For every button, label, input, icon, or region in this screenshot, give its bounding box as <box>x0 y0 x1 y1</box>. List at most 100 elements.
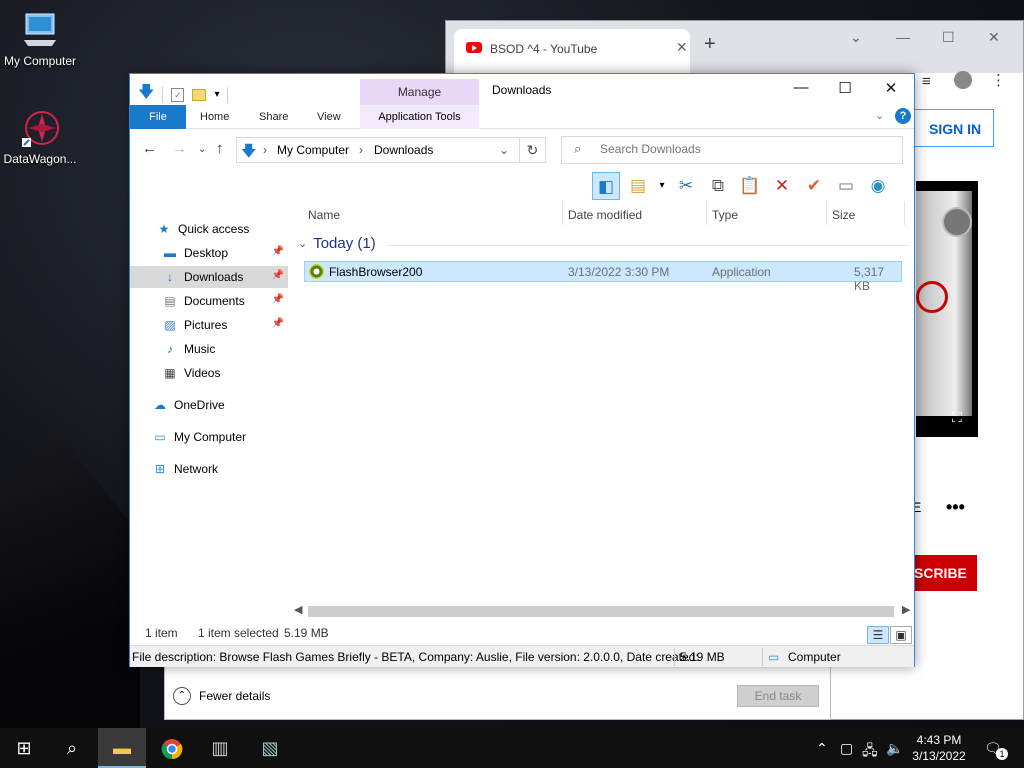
close-window-icon[interactable]: ✕ <box>988 29 1000 46</box>
horizontal-scrollbar[interactable]: ◀ ▶ <box>292 602 914 620</box>
sidebar-item-network[interactable]: ⊞ Network <box>130 458 288 480</box>
close-icon[interactable]: ✕ <box>676 39 688 56</box>
search-box[interactable]: ⌕ <box>561 136 903 164</box>
new-item-dropdown-icon[interactable]: ▾ <box>656 172 668 200</box>
back-arrow-icon[interactable]: ← <box>142 140 157 157</box>
tab-search-chevron-icon[interactable]: ⌄ <box>850 29 862 46</box>
tab-file[interactable]: File <box>130 105 186 129</box>
breadcrumb-downloads[interactable]: Downloads <box>374 143 433 157</box>
search-icon[interactable]: ⌕ <box>48 728 96 768</box>
rename-check-icon[interactable]: ✔ <box>800 172 828 200</box>
column-header-size[interactable]: Size <box>832 208 855 222</box>
windows-start-icon[interactable]: ⊞ <box>0 728 48 768</box>
paste-icon[interactable]: 📋 <box>736 172 764 200</box>
pin-icon[interactable]: 📌 <box>272 270 284 281</box>
pin-icon[interactable]: 📌 <box>272 246 284 257</box>
sidebar-item-music[interactable]: ♪ Music <box>130 338 288 360</box>
new-tab-plus-icon[interactable]: + <box>704 33 716 56</box>
network-icon[interactable]: 🖧 <box>862 740 878 764</box>
scroll-right-icon[interactable]: ▶ <box>902 603 910 616</box>
column-header-name[interactable]: Name <box>308 208 340 222</box>
queue-icon[interactable]: ≡ <box>922 73 931 90</box>
preview-pane-icon[interactable]: ◧ <box>592 172 620 200</box>
minimize-icon[interactable]: — <box>786 79 816 101</box>
pin-icon[interactable]: 📌 <box>272 318 284 329</box>
task-manager-taskbar-icon[interactable]: ▧ <box>246 728 294 768</box>
volume-icon[interactable]: 🔈 <box>886 740 903 757</box>
cut-icon[interactable]: ✂ <box>672 172 700 200</box>
app-taskbar-icon[interactable]: ▥ <box>196 728 244 768</box>
breadcrumb-my-computer[interactable]: My Computer <box>277 143 349 157</box>
desktop-icon-datawagon[interactable]: DataWagon... <box>0 108 80 166</box>
downloads-folder-icon: 🡇 <box>241 143 257 160</box>
tab-view[interactable]: View <box>317 105 341 129</box>
sidebar-item-my-computer[interactable]: ▭ My Computer <box>130 426 288 448</box>
new-folder-icon[interactable] <box>192 88 207 101</box>
table-row[interactable]: FlashBrowser200 3/13/2022 3:30 PM Applic… <box>304 261 902 293</box>
search-icon: ⌕ <box>574 141 582 156</box>
column-header-date[interactable]: Date modified <box>568 208 642 222</box>
manage-tab[interactable]: Manage <box>360 79 479 105</box>
delete-icon[interactable]: ✕ <box>768 172 796 200</box>
sidebar-item-quick-access[interactable]: ★ Quick access <box>130 218 288 240</box>
recent-locations-chevron-icon[interactable]: ⌄ <box>198 144 206 155</box>
fullscreen-icon[interactable]: ⛶ <box>952 409 962 426</box>
subscribe-button[interactable]: SCRIBE <box>906 555 977 591</box>
video-player[interactable]: ⛶ <box>916 181 978 437</box>
fewer-details-button[interactable]: ⌃ Fewer details <box>173 687 270 705</box>
address-dropdown-chevron-icon[interactable]: ⌄ <box>499 143 509 157</box>
kebab-menu-icon[interactable]: ⋮ <box>991 71 1006 89</box>
details-view-icon[interactable]: ☰ <box>867 626 889 644</box>
properties-icon[interactable]: ✓ <box>171 87 185 102</box>
up-arrow-icon[interactable]: ↑ <box>216 140 224 157</box>
document-icon: ▤ <box>164 294 176 308</box>
sidebar-item-pictures[interactable]: ▨ Pictures 📌 <box>130 314 288 336</box>
desktop-icon-label: DataWagon... <box>3 152 77 166</box>
tray-app-icon[interactable]: ▢ <box>840 740 853 757</box>
file-explorer-taskbar-icon[interactable]: ▬ <box>98 728 146 768</box>
sidebar-item-documents[interactable]: ▤ Documents 📌 <box>130 290 288 312</box>
minimize-icon[interactable]: — <box>896 29 910 45</box>
tab-application-tools[interactable]: Application Tools <box>360 105 479 129</box>
chrome-tab[interactable]: BSOD ^4 - YouTube ✕ <box>454 29 690 73</box>
application-gear-icon <box>309 264 324 279</box>
expand-ribbon-chevron-icon[interactable]: ⌄ <box>875 109 884 122</box>
search-input[interactable] <box>600 142 890 156</box>
tab-share[interactable]: Share <box>259 105 288 129</box>
scroll-thumb[interactable] <box>308 606 894 617</box>
close-icon[interactable]: ✕ <box>876 79 906 101</box>
sidebar-item-desktop[interactable]: ▬ Desktop 📌 <box>130 242 288 264</box>
globe-icon[interactable]: ◉ <box>864 172 892 200</box>
sign-in-button[interactable]: SIGN IN <box>914 109 994 147</box>
info-size: 5.19 MB <box>680 650 725 664</box>
end-task-button[interactable]: End task <box>737 685 819 707</box>
more-options-icon[interactable]: ••• <box>946 497 965 518</box>
new-item-icon[interactable]: ▤ <box>624 172 652 200</box>
chrome-taskbar-icon[interactable] <box>148 728 196 768</box>
customize-toolbar-icon[interactable]: ▾ <box>214 89 219 100</box>
selected-size: 5.19 MB <box>284 626 329 640</box>
properties-box-icon[interactable]: ▭ <box>832 172 860 200</box>
maximize-icon[interactable]: ☐ <box>830 79 860 101</box>
address-bar[interactable]: 🡇 › My Computer › Downloads ⌄ <box>236 137 520 163</box>
scroll-left-icon[interactable]: ◀ <box>294 603 302 616</box>
pin-icon[interactable]: 📌 <box>272 294 284 305</box>
maximize-icon[interactable]: ☐ <box>942 29 955 46</box>
chevron-up-icon: ⌃ <box>173 687 191 705</box>
forward-arrow-icon[interactable]: → <box>172 140 187 157</box>
sidebar-item-onedrive[interactable]: ☁ OneDrive <box>130 394 288 416</box>
chevron-up-icon[interactable]: ⌃ <box>816 740 828 757</box>
clock[interactable]: 4:43 PM 3/13/2022 <box>908 732 970 764</box>
refresh-icon[interactable]: ↻ <box>520 137 546 163</box>
avatar-icon[interactable] <box>954 71 972 89</box>
large-icons-view-icon[interactable]: ▣ <box>890 626 912 644</box>
column-header-type[interactable]: Type <box>712 208 738 222</box>
sidebar-item-downloads[interactable]: ↓ Downloads 📌 <box>130 266 288 288</box>
tab-home[interactable]: Home <box>200 105 229 129</box>
help-icon[interactable]: ? <box>895 108 911 124</box>
item-count: 1 item <box>145 626 178 640</box>
sidebar-item-videos[interactable]: ▦ Videos <box>130 362 288 384</box>
group-header-today[interactable]: ⌄ Today (1) <box>298 235 376 252</box>
copy-icon[interactable]: ⧉ <box>704 172 732 200</box>
desktop-icon-my-computer[interactable]: My Computer <box>0 10 80 68</box>
